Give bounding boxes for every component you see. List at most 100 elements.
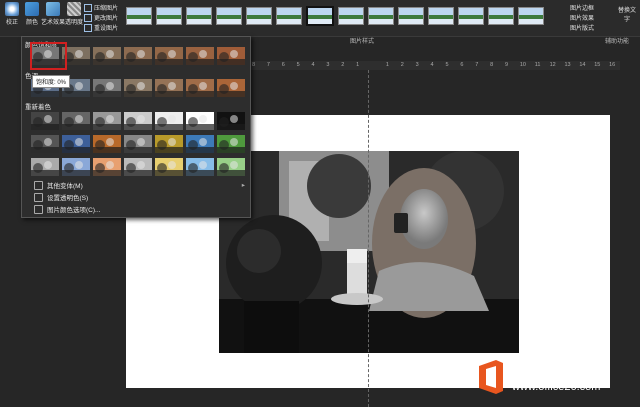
recolor-option[interactable] xyxy=(186,135,214,153)
ruler-tick: 3 xyxy=(326,62,330,68)
style-thumb[interactable] xyxy=(216,7,242,25)
reset-picture-button[interactable]: 重设图片 xyxy=(84,23,118,32)
thumbnail-preview xyxy=(93,135,121,153)
thumbnail-preview xyxy=(124,79,152,97)
tone-option[interactable] xyxy=(93,79,121,97)
office-logo-icon xyxy=(479,360,503,394)
recolor-option[interactable] xyxy=(217,135,245,153)
ruler-tick: 6 xyxy=(281,62,285,68)
vertical-guide xyxy=(368,70,369,407)
picture-layout-button[interactable]: 图片版式 xyxy=(570,23,594,32)
alt-text-button[interactable]: 替换文字 xyxy=(617,5,637,23)
thumbnail-preview xyxy=(93,47,121,65)
saturation-option[interactable] xyxy=(155,47,183,65)
ruler-tick: 4 xyxy=(430,62,434,68)
saturation-option[interactable] xyxy=(93,47,121,65)
accessibility-label: 辅助功能 xyxy=(605,39,630,45)
ruler-tick: 1 xyxy=(356,62,360,68)
horizontal-ruler: 8 7 6 5 4 3 2 1 1 2 3 4 5 6 7 8 9 10 11 12 13 14 15 16 xyxy=(248,61,620,70)
thumbnail-preview xyxy=(31,158,59,176)
tooltip: 饱和度: 0% xyxy=(32,75,71,88)
thumbnail-preview xyxy=(124,135,152,153)
watermark: Office教程网 www.office26.com xyxy=(476,356,636,402)
thumbnail-preview xyxy=(93,158,121,176)
picture-styles-gallery[interactable] xyxy=(126,3,556,29)
style-thumb[interactable] xyxy=(488,7,514,25)
ruler-tick: 7 xyxy=(475,62,479,68)
recolor-option[interactable] xyxy=(155,158,183,176)
style-thumb[interactable] xyxy=(338,7,364,25)
saturation-option[interactable] xyxy=(186,47,214,65)
thumbnail-preview xyxy=(155,158,183,176)
saturation-option[interactable] xyxy=(217,47,245,65)
more-variations-item[interactable]: 其他变体(M) ▸ xyxy=(34,180,245,190)
thumbnail-preview xyxy=(124,112,152,130)
set-transparent-color-item[interactable]: 设置透明色(S) xyxy=(34,192,88,202)
correct-icon xyxy=(5,2,19,16)
thumbnail-preview xyxy=(217,112,245,130)
style-thumb[interactable] xyxy=(458,7,484,25)
picture-effects-button[interactable]: 图片效果 xyxy=(570,13,594,22)
style-thumb[interactable] xyxy=(186,7,212,25)
thumbnail-preview xyxy=(124,47,152,65)
ruler-tick: 4 xyxy=(311,62,315,68)
style-thumb[interactable] xyxy=(276,7,302,25)
chevron-right-icon: ▸ xyxy=(241,182,246,189)
eyedropper-icon xyxy=(34,192,43,202)
style-thumb[interactable] xyxy=(368,7,394,25)
style-thumb[interactable] xyxy=(398,7,424,25)
grayscale-photo[interactable] xyxy=(219,151,519,353)
thumbnail-preview xyxy=(124,158,152,176)
ruler-tick: 3 xyxy=(415,62,419,68)
style-thumb[interactable] xyxy=(126,7,152,25)
correct-button[interactable]: 校正 xyxy=(2,2,22,26)
style-thumb[interactable] xyxy=(428,7,454,25)
recolor-option[interactable] xyxy=(186,158,214,176)
picture-color-options-item[interactable]: 图片颜色选项(C)... xyxy=(34,204,100,214)
ruler-tick: 9 xyxy=(504,62,509,68)
style-thumb[interactable] xyxy=(518,7,544,25)
color-button[interactable]: 颜色 xyxy=(22,2,42,26)
thumbnail-preview xyxy=(217,135,245,153)
recolor-option[interactable] xyxy=(93,135,121,153)
recolor-option[interactable] xyxy=(124,158,152,176)
picture-border-button[interactable]: 图片边框 xyxy=(570,3,594,12)
recolor-option[interactable] xyxy=(217,112,245,130)
recolor-option[interactable] xyxy=(155,112,183,130)
recolor-option[interactable] xyxy=(31,158,59,176)
thumbnail-preview xyxy=(186,158,214,176)
palette-icon xyxy=(34,180,43,190)
recolor-option[interactable] xyxy=(62,112,90,130)
recolor-option[interactable] xyxy=(186,112,214,130)
style-thumb[interactable] xyxy=(246,7,272,25)
tone-option[interactable] xyxy=(217,79,245,97)
color-icon xyxy=(25,2,39,16)
recolor-option[interactable] xyxy=(93,158,121,176)
change-picture-button[interactable]: 更改图片 xyxy=(84,13,118,22)
recolor-option[interactable] xyxy=(62,158,90,176)
tone-option[interactable] xyxy=(186,79,214,97)
recolor-option[interactable] xyxy=(124,112,152,130)
watermark-url: www.office26.com xyxy=(512,381,601,393)
tone-option[interactable] xyxy=(124,79,152,97)
transparency-button[interactable]: 透明度 xyxy=(64,2,84,26)
ruler-tick: 6 xyxy=(460,62,464,68)
style-thumb[interactable] xyxy=(156,7,182,25)
tone-option[interactable] xyxy=(155,79,183,97)
recolor-option[interactable] xyxy=(62,135,90,153)
recolor-option[interactable] xyxy=(155,135,183,153)
saturation-option[interactable] xyxy=(124,47,152,65)
recolor-option[interactable] xyxy=(217,158,245,176)
recolor-option[interactable] xyxy=(93,112,121,130)
compress-button[interactable]: 压缩图片 xyxy=(84,3,118,12)
art-effects-button[interactable]: 艺术效果 xyxy=(41,2,65,26)
thumbnail-preview xyxy=(62,112,90,130)
style-thumb[interactable] xyxy=(306,6,334,26)
ruler-tick: 8 xyxy=(252,62,256,68)
recolor-option[interactable] xyxy=(124,135,152,153)
recolor-option[interactable] xyxy=(31,112,59,130)
recolor-title: 重新着色 xyxy=(25,104,51,111)
ruler-tick: 5 xyxy=(296,62,300,68)
thumbnail-preview xyxy=(155,112,183,130)
recolor-option[interactable] xyxy=(31,135,59,153)
